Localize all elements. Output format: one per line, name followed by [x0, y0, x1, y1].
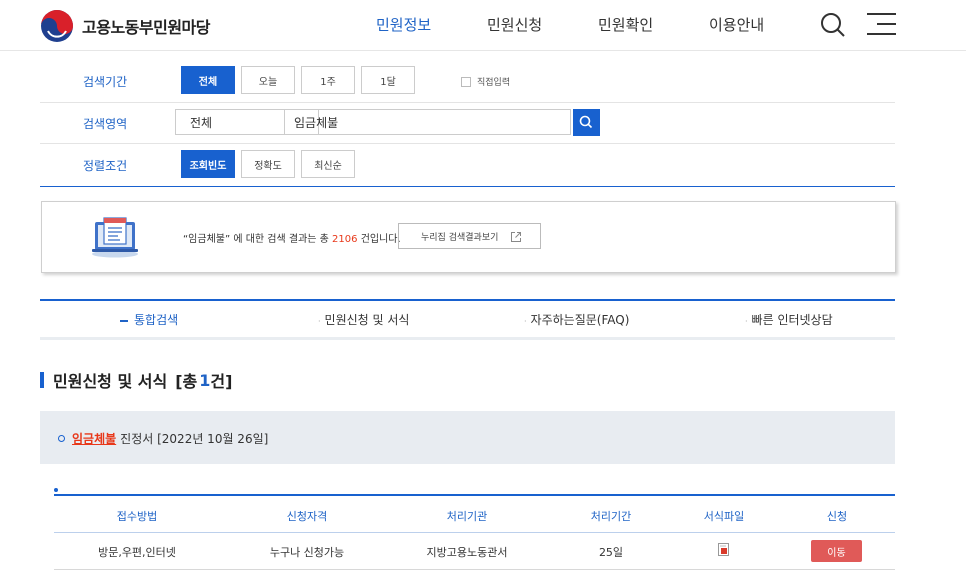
section-title: 민원신청 및 서식 [총 1 건] [40, 368, 232, 392]
table-header-file: 서식파일 [703, 510, 745, 523]
tab-integrated-search[interactable]: 통합검색 [120, 311, 178, 328]
site-header: 고용노동부민원마당 민원정보 민원신청 민원확인 이용안내 [0, 0, 966, 51]
nav-item-apply[interactable]: 민원신청 [487, 14, 542, 35]
table-header-agency: 처리기관 [446, 510, 488, 523]
result-item: 임금체불 진정서 [2022년 10월 26일] [40, 411, 895, 464]
tab-bullet: · [524, 317, 527, 326]
filter-label-area: 검색영역 [83, 117, 128, 131]
filter-row-sort: 정렬조건 조회빈도 정확도 최신순 [40, 143, 895, 187]
result-item-keyword[interactable]: 임금체불 [72, 430, 116, 447]
search-icon [579, 115, 593, 129]
period-all-button[interactable]: 전체 [181, 66, 235, 94]
result-suffix: 건입니다. [360, 234, 401, 245]
tab-bullet: · [318, 317, 321, 326]
result-item-title[interactable]: 진정서 [2022년 10월 26일] [120, 430, 268, 447]
section-count-close: 건] [210, 372, 233, 391]
sort-accuracy-button[interactable]: 정확도 [241, 150, 295, 178]
search-button[interactable] [573, 109, 600, 136]
nav-item-guide[interactable]: 이용안내 [709, 14, 764, 35]
tab-applications-forms-label: 민원신청 및 서식 [324, 313, 410, 327]
document-file-icon[interactable] [718, 543, 729, 556]
table-cell-agency: 지방고용노동관서 [426, 546, 508, 559]
site-logo[interactable]: 고용노동부민원마당 [40, 9, 210, 43]
filter-row-period: 검색기간 전체 오늘 1주 1달 직접입력 [40, 61, 895, 103]
table-header-apply: 신청 [826, 510, 848, 523]
tab-integrated-search-label: 통합검색 [134, 313, 179, 327]
table-header-period: 처리기간 [590, 510, 632, 523]
result-item-line[interactable]: 임금체불 진정서 [2022년 10월 26일] [58, 430, 268, 447]
tab-faq[interactable]: · 자주하는질문(FAQ) [524, 311, 629, 328]
result-tabs: 통합검색 · 민원신청 및 서식 · 자주하는질문(FAQ) · 빠른 인터넷상담 [40, 299, 895, 340]
table-cell-method: 방문,우편,인터넷 [98, 546, 176, 559]
result-summary-text: “임금체불” 에 대한 검색 결과는 총 2106 건입니다. [183, 230, 401, 245]
tab-quick-consult-label: 빠른 인터넷상담 [751, 313, 833, 327]
external-link-icon [511, 232, 521, 242]
table-header-eligibility: 신청자격 [286, 510, 328, 523]
nav-item-check[interactable]: 민원확인 [598, 14, 653, 35]
section-count: 1 [199, 370, 211, 390]
result-summary-box: “임금체불” 에 대한 검색 결과는 총 2106 건입니다. 누리집 검색결과… [41, 201, 896, 273]
search-icon[interactable] [820, 10, 846, 38]
section-count-open: [총 [175, 372, 198, 391]
period-1week-button[interactable]: 1주 [301, 66, 355, 94]
result-prefix: “임금체불” 에 대한 검색 결과는 총 [183, 234, 329, 245]
filter-row-area: 검색영역 전체 ⌄ 임금체불 [40, 102, 895, 144]
logo-text: 고용노동부민원마당 [82, 18, 210, 37]
table-header-divider [54, 532, 895, 533]
section-title-bar [40, 372, 44, 388]
application-info-table: 접수방법 신청자격 처리기관 처리기간 서식파일 신청 방문,우편,인터넷 누구… [54, 494, 895, 570]
period-today-button[interactable]: 오늘 [241, 66, 295, 94]
table-cell-eligibility: 누구나 신청가능 [269, 546, 345, 559]
apply-go-button[interactable]: 이동 [811, 540, 862, 562]
tab-quick-consult[interactable]: · 빠른 인터넷상담 [745, 311, 833, 328]
filter-label-sort: 정렬조건 [83, 159, 128, 173]
tab-faq-label: 자주하는질문(FAQ) [530, 313, 630, 327]
table-row-divider [54, 569, 895, 570]
external-results-label: 누리집 검색결과보기 [421, 232, 499, 243]
ring-bullet-icon [58, 435, 65, 442]
hamburger-menu-icon[interactable] [867, 10, 897, 38]
section-title-text: 민원신청 및 서식 [53, 372, 168, 391]
nav-item-info[interactable]: 민원정보 [376, 14, 431, 35]
checkbox-box[interactable] [461, 76, 471, 87]
period-1month-button[interactable]: 1달 [361, 66, 415, 94]
result-count: 2106 [332, 234, 358, 245]
search-query-text: 임금체불 [294, 115, 339, 130]
tab-bullet: · [745, 317, 748, 326]
table-cell-period: 25일 [598, 546, 624, 559]
taegeuk-logo-icon [41, 10, 73, 42]
tab-applications-forms[interactable]: · 민원신청 및 서식 [318, 311, 409, 328]
search-input[interactable]: 임금체불 [284, 109, 571, 135]
active-tab-marker [120, 319, 128, 322]
search-area-value: 전체 [190, 115, 213, 130]
table-dot-marker [54, 488, 58, 492]
table-header-method: 접수방법 [116, 510, 158, 523]
direct-input-checkbox[interactable]: 직접입력 [461, 75, 510, 88]
filter-label-period: 검색기간 [83, 75, 128, 89]
external-results-button[interactable]: 누리집 검색결과보기 [398, 223, 541, 249]
sort-latest-button[interactable]: 최신순 [301, 150, 355, 178]
computer-document-icon [92, 217, 138, 258]
sort-views-button[interactable]: 조회빈도 [181, 150, 235, 178]
direct-input-label: 직접입력 [477, 78, 511, 88]
